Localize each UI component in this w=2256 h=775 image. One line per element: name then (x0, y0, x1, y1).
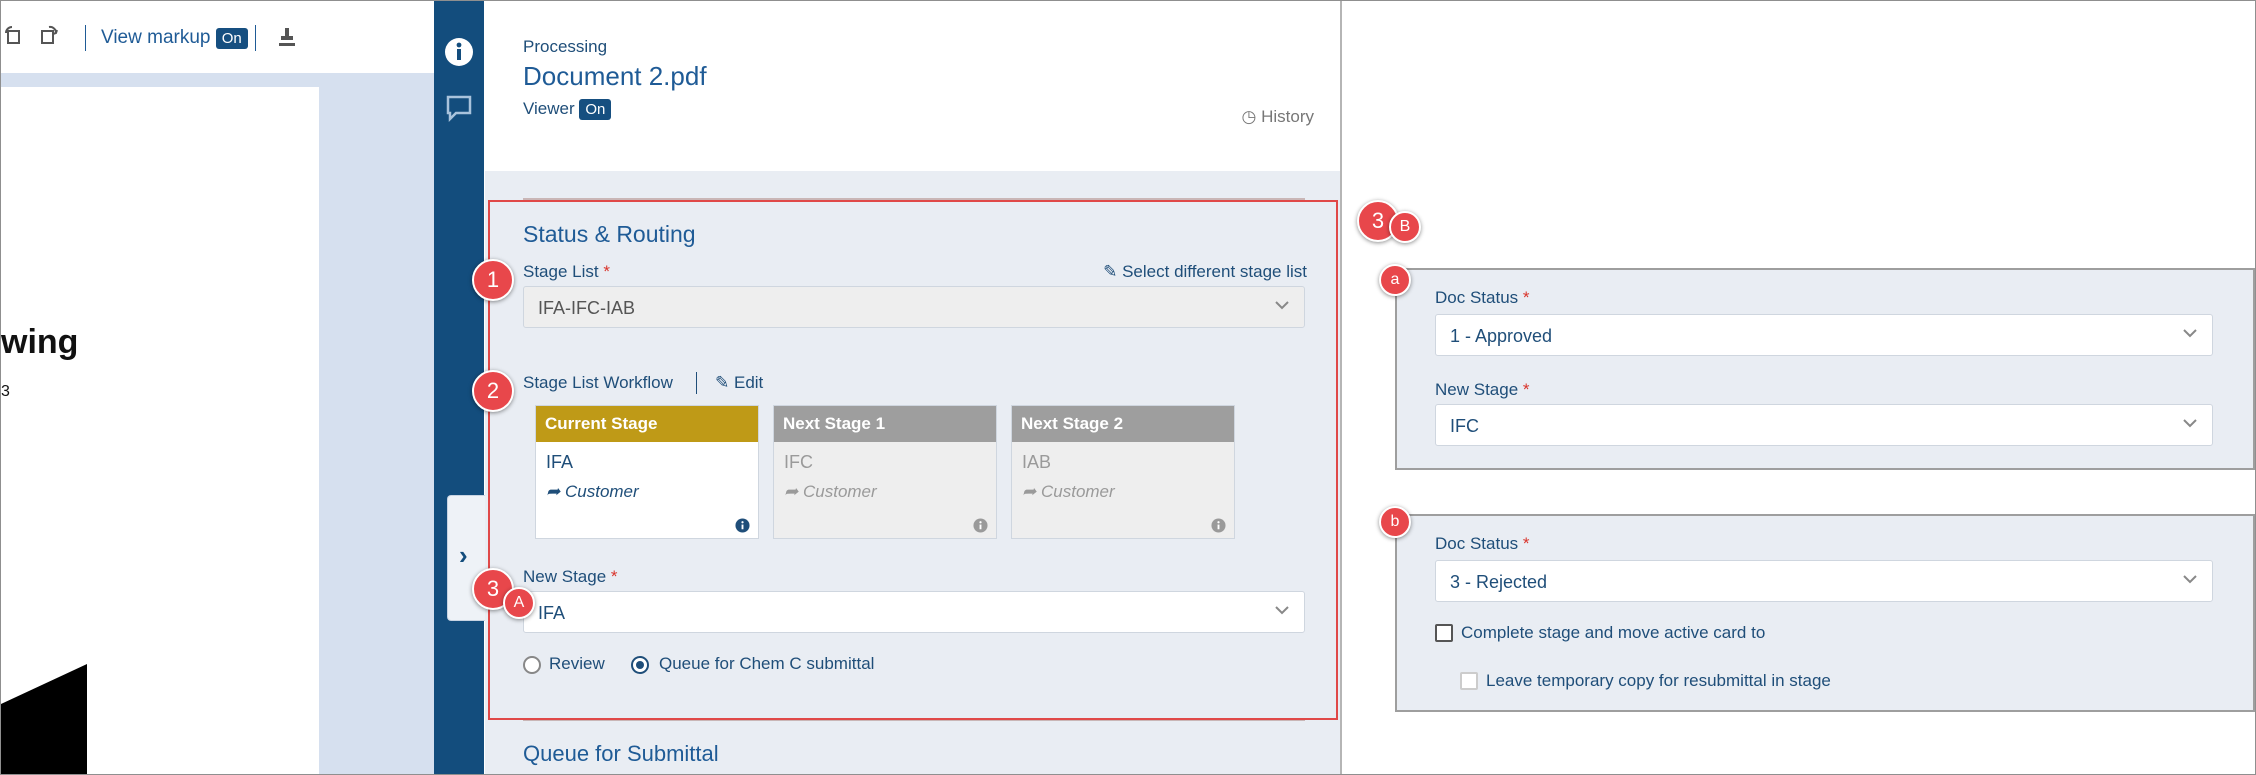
complete-stage-label[interactable]: Complete stage and move active card to (1461, 623, 1765, 643)
new-stage-label-text: New Stage (1435, 380, 1519, 399)
chevron-down-icon (2183, 575, 2197, 584)
viewer-toolbar: View markup On (1, 1, 435, 73)
option-a-new-stage-select[interactable]: IFC (1435, 404, 2213, 446)
required-mark: * (1522, 534, 1530, 553)
pane-divider (1340, 1, 1342, 774)
rotate-left-icon[interactable] (3, 25, 23, 45)
view-markup-label: View markup (101, 27, 211, 48)
option-b-doc-status-label: Doc Status * (1435, 534, 1530, 554)
toolbar-separator (85, 25, 86, 51)
queue-for-submittal-title: Queue for Submittal (523, 741, 719, 766)
option-a-doc-status-label: Doc Status * (1435, 288, 1530, 308)
page-heading-fragment: wing (1, 323, 79, 361)
doc-status-label-text: Doc Status (1435, 534, 1519, 553)
highlight-box (488, 200, 1338, 720)
option-a-panel: Doc Status * 1 - Approved New Stage * IF… (1395, 268, 2255, 470)
panel-header: Processing Document 2.pdf Viewer On ◷ Hi… (485, 1, 1340, 171)
required-mark: * (1522, 288, 1530, 307)
callout-3b-sub-b: B (1389, 211, 1421, 243)
history-label: History (1261, 107, 1314, 126)
callout-3-sub-a: A (503, 587, 535, 619)
callout-a: a (1379, 264, 1411, 296)
view-markup-state-badge: On (215, 28, 248, 49)
complete-stage-checkbox[interactable] (1435, 624, 1453, 642)
document-title: Document 2.pdf (523, 61, 707, 91)
callout-1: 1 (472, 259, 514, 301)
doc-status-value: 1 - Approved (1450, 326, 1553, 346)
viewer-label: Viewer (523, 99, 575, 118)
viewer-toggle[interactable]: Viewer On (523, 99, 612, 120)
new-stage-value: IFC (1450, 416, 1479, 436)
leave-temporary-copy-label[interactable]: Leave temporary copy for resubmittal in … (1486, 671, 1831, 691)
leave-temporary-copy-checkbox[interactable] (1460, 672, 1478, 690)
option-a-new-stage-label: New Stage * (1435, 380, 1530, 400)
chevron-right-icon: › (459, 540, 468, 570)
history-clock-icon: ◷ (1241, 107, 1257, 126)
processing-label: Processing (523, 37, 608, 56)
chevron-down-icon (2183, 419, 2197, 428)
history-link[interactable]: ◷ History (1242, 107, 1314, 127)
doc-status-value: 3 - Rejected (1450, 572, 1548, 592)
drawing-shape (1, 664, 87, 774)
option-a-doc-status-select[interactable]: 1 - Approved (1435, 314, 2213, 356)
stamp-icon[interactable] (275, 25, 299, 49)
viewer-state-badge: On (579, 99, 612, 120)
toolbar-separator (255, 25, 256, 51)
page-text-fragment: 3 (1, 383, 10, 400)
document-page: wing 3 (1, 87, 319, 774)
callout-b: b (1379, 506, 1411, 538)
option-b-panel: Doc Status * 3 - Rejected Complete stage… (1395, 514, 2255, 712)
rotate-right-icon[interactable] (39, 25, 59, 45)
comment-icon[interactable] (444, 93, 474, 123)
callout-2: 2 (472, 370, 514, 412)
doc-status-label-text: Doc Status (1435, 288, 1519, 307)
view-markup-toggle[interactable]: View markup On (101, 27, 248, 49)
info-icon[interactable] (444, 37, 474, 67)
option-b-doc-status-select[interactable]: 3 - Rejected (1435, 560, 2213, 602)
chevron-down-icon (2183, 329, 2197, 338)
required-mark: * (1522, 380, 1530, 399)
